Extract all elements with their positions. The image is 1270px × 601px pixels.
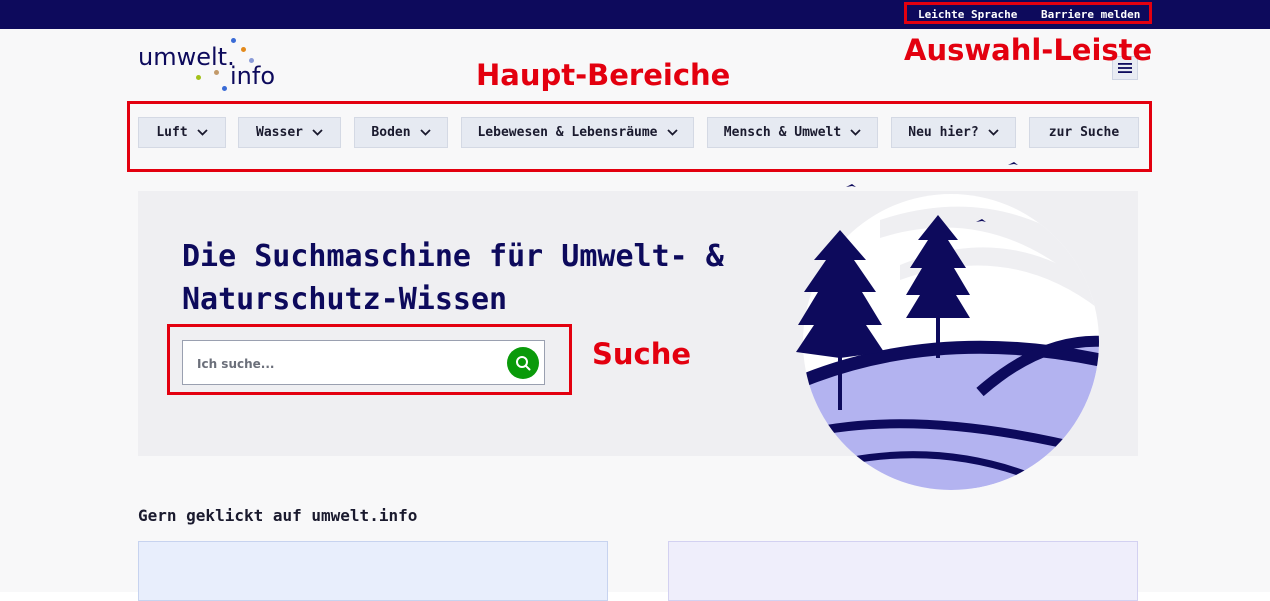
landscape-illustration xyxy=(796,162,1099,490)
logo-dot xyxy=(241,47,246,52)
site-logo[interactable]: umwelt. info xyxy=(138,38,278,94)
main-areas-highlight xyxy=(127,101,1152,172)
logo-dot xyxy=(214,70,219,75)
popular-card[interactable] xyxy=(138,541,608,601)
search-highlight xyxy=(167,324,572,395)
popular-section-title: Gern geklickt auf umwelt.info xyxy=(138,506,418,525)
logo-dot xyxy=(231,38,236,43)
logo-dot xyxy=(249,58,254,63)
logo-word-info: info xyxy=(230,62,276,90)
popular-card[interactable] xyxy=(668,541,1138,601)
main-areas-annotation: Haupt-Bereiche xyxy=(476,58,731,92)
logo-word-umwelt: umwelt. xyxy=(138,43,235,71)
selection-bar-annotation: Auswahl-Leiste xyxy=(904,33,1153,67)
selection-bar-highlight xyxy=(904,2,1152,24)
logo-dot xyxy=(196,75,201,80)
logo-dot xyxy=(222,86,227,91)
search-annotation: Suche xyxy=(592,337,692,371)
hero-title: Die Suchmaschine für Umwelt- & Naturschu… xyxy=(182,239,724,317)
